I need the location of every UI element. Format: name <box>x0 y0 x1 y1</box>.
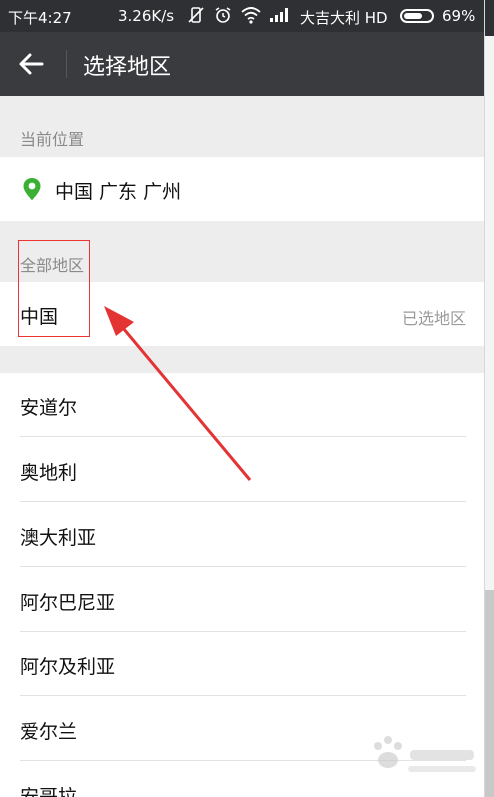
region-picker-screen: 下午4:27 3.26K/s 大吉大利 HD 69% 选择地区 当前位置 中国 … <box>0 0 484 797</box>
back-arrow-icon[interactable] <box>16 50 46 78</box>
carrier-name: 大吉大利 HD <box>300 9 388 27</box>
battery-level-fill <box>404 13 422 19</box>
current-location-value: 中国 广东 广州 <box>55 181 182 203</box>
title-bar: 选择地区 <box>0 32 484 96</box>
divider <box>20 436 466 437</box>
signal-icon <box>270 8 288 22</box>
country-name: 爱尔兰 <box>20 721 78 743</box>
background-window-edge <box>484 0 494 797</box>
network-speed: 3.26K/s <box>118 7 175 25</box>
divider <box>20 501 466 502</box>
annotation-highlight-box <box>18 240 90 337</box>
status-time: 下午4:27 <box>8 9 72 27</box>
country-name: 安道尔 <box>20 397 78 419</box>
list-item[interactable]: 阿尔巴尼亚 <box>0 568 484 632</box>
list-item[interactable]: 澳大利亚 <box>0 503 484 567</box>
page-title: 选择地区 <box>83 55 172 80</box>
status-bar: 下午4:27 3.26K/s 大吉大利 HD 69% <box>0 0 484 32</box>
selected-region-badge: 已选地区 <box>401 309 466 328</box>
list-item[interactable]: 奥地利 <box>0 438 484 502</box>
current-location-row[interactable]: 中国 广东 广州 <box>0 157 484 221</box>
watermark-logo-icon <box>374 736 476 772</box>
battery-icon <box>400 9 434 23</box>
alarm-icon <box>215 7 231 23</box>
location-pin-icon <box>23 178 41 200</box>
vibrate-off-icon <box>188 7 204 23</box>
list-item[interactable]: 阿尔及利亚 <box>0 632 484 696</box>
status-icons <box>186 5 291 25</box>
battery-percent: 69% <box>442 7 476 25</box>
list-item[interactable]: 安道尔 <box>0 373 484 437</box>
title-separator <box>66 50 67 78</box>
divider <box>20 695 466 696</box>
country-name: 澳大利亚 <box>20 527 97 549</box>
divider <box>20 566 466 567</box>
country-name: 阿尔及利亚 <box>20 656 116 678</box>
wifi-icon <box>241 7 261 24</box>
background-window-header <box>485 0 494 36</box>
background-window-panel <box>485 590 494 797</box>
current-location-label: 当前位置 <box>20 130 85 149</box>
country-name: 阿尔巴尼亚 <box>20 592 116 614</box>
country-name: 奥地利 <box>20 462 78 484</box>
country-name: 安哥拉 <box>20 786 78 797</box>
